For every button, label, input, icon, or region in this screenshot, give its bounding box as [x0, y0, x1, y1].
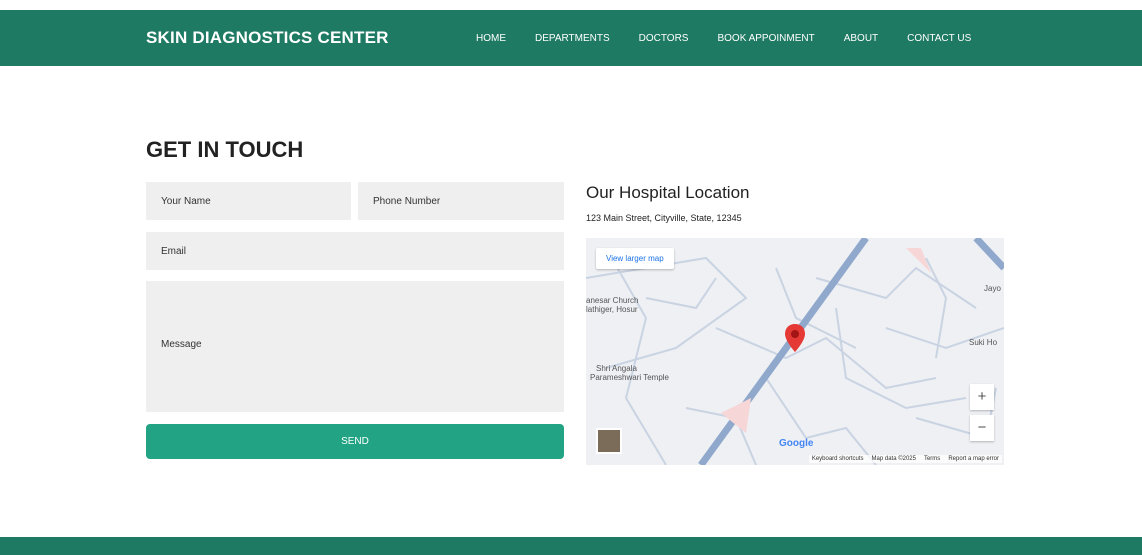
send-button[interactable]: SEND	[146, 424, 564, 459]
map-label-church: anesar Church	[586, 296, 639, 305]
google-logo: Google	[779, 438, 813, 449]
top-navbar: SKIN DIAGNOSTICS CENTER HOME DEPARTMENTS…	[0, 10, 1142, 66]
map-label-suki: Suki Ho	[969, 338, 998, 347]
email-input[interactable]	[146, 232, 564, 270]
map-label-shri-angala: Shri Angala	[596, 364, 637, 373]
map-label-jayo: Jayo	[984, 284, 1001, 293]
message-input[interactable]	[146, 281, 564, 412]
nav-doctors[interactable]: DOCTORS	[639, 33, 689, 44]
keyboard-shortcuts-link[interactable]: Keyboard shortcuts	[812, 456, 864, 462]
location-pin-icon[interactable]	[785, 324, 805, 352]
map-label-hosur: lathiger, Hosur	[586, 305, 638, 314]
map-footer: Keyboard shortcuts Map data ©2025 Terms …	[808, 455, 1002, 463]
map-embed[interactable]: View larger map anesar Church lathiger, …	[586, 238, 1004, 465]
nav-about[interactable]: ABOUT	[844, 33, 878, 44]
location-title: Our Hospital Location	[586, 183, 750, 202]
nav-book-appointment[interactable]: BOOK APPOINMENT	[717, 33, 814, 44]
map-label-temple: Parameshwari Temple	[590, 373, 669, 382]
zoom-out-button[interactable]: −	[970, 415, 994, 441]
google-logo-text: Google	[779, 438, 814, 449]
brand-logo-text[interactable]: SKIN DIAGNOSTICS CENTER	[146, 28, 389, 48]
map-data-text: Map data ©2025	[871, 456, 916, 462]
satellite-thumbnail[interactable]	[596, 428, 622, 454]
location-address: 123 Main Street, Cityville, State, 12345	[586, 213, 742, 223]
terms-link[interactable]: Terms	[924, 456, 940, 462]
zoom-in-button[interactable]: +	[970, 384, 994, 410]
nav-home[interactable]: HOME	[476, 33, 506, 44]
main-nav: HOME DEPARTMENTS DOCTORS BOOK APPOINMENT…	[476, 33, 1000, 44]
page-title: GET IN TOUCH	[146, 137, 304, 162]
nav-contact-us[interactable]: CONTACT US	[907, 33, 971, 44]
page-footer	[0, 537, 1142, 555]
view-larger-map-link[interactable]: View larger map	[596, 248, 674, 269]
phone-input[interactable]	[358, 182, 564, 220]
report-map-error-link[interactable]: Report a map error	[948, 456, 999, 462]
nav-departments[interactable]: DEPARTMENTS	[535, 33, 610, 44]
name-input[interactable]	[146, 182, 351, 220]
